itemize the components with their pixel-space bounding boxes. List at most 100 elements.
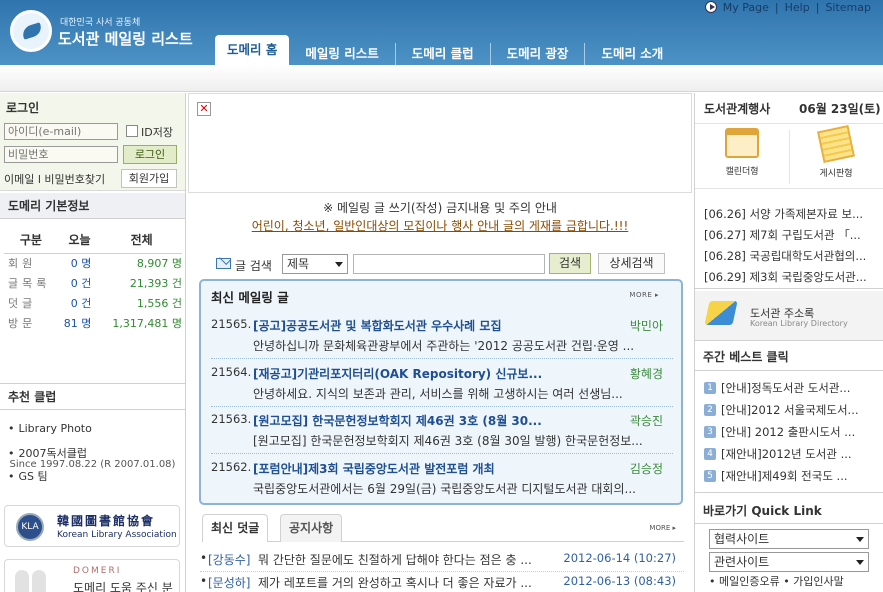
best-item-text: [재안내]2012년 도서관 ... <box>721 447 852 461</box>
event-item[interactable]: [06.28] 국공립대학도서관협의... <box>704 248 880 269</box>
recommended-club-panel: 추천 클럽 Library Photo 2007독서클럽 GS 팀 <box>0 385 185 497</box>
best-item[interactable]: 2 [안내]2012 서울국제도서... <box>704 402 880 424</box>
basic-info-title: 도메리 기본정보 <box>0 193 185 219</box>
stat-label: 회원 <box>8 257 37 271</box>
right-sidebar: 도서관계행사 06월 23일(토) 캘린더형 게시판형 [06.26] 서양 가… <box>695 93 883 592</box>
logo-icon[interactable] <box>10 10 52 52</box>
stat-total: 8,907 명 <box>136 257 182 271</box>
more-link[interactable]: MORE <box>649 524 676 532</box>
my-page-link[interactable]: My Page <box>723 1 769 14</box>
quick-link-title: 바로가기 Quick Link <box>703 504 822 518</box>
help-link[interactable]: Help <box>785 1 810 14</box>
best-item-text: [안내]정독도서관 도서관... <box>721 381 851 395</box>
tab-latest-comments[interactable]: 최신 덧글 <box>202 514 269 542</box>
post-excerpt[interactable]: [원고모집] 한국문헌정보학회지 제46권 3호 (8월 30일 발행) 한국문… <box>253 432 663 449</box>
comment-text[interactable]: 제가 레포트를 거의 완성하고 혹시나 더 좋은 자료가 ... <box>258 574 558 591</box>
logo-title[interactable]: 도서관 메일링 리스트 <box>58 28 193 49</box>
tab-about[interactable]: 도메리 소개 <box>584 43 679 65</box>
club-item[interactable]: GS 팀 <box>8 468 92 491</box>
divider <box>211 406 673 407</box>
event-item[interactable]: [06.27] 제7회 구립도서관 「... <box>704 227 880 248</box>
post-excerpt[interactable]: 국립중앙도서관에서는 6월 29일(금) 국립중앙도서관 디지털도서관 대회의.… <box>253 480 663 497</box>
login-box: 로그인 ID저장 로그인 이메일 l 비밀번호찾기 회원가입 <box>0 93 185 191</box>
kla-name-en: Korean Library Association <box>57 530 177 540</box>
post-author[interactable]: 박민아 <box>630 317 663 334</box>
rank-badge: 5 <box>704 470 716 482</box>
club-item[interactable]: 2007독서클럽 <box>8 445 92 468</box>
post-excerpt[interactable]: 안녕하십니까 문화체육관광부에서 주관하는 '2012 공공도서관 건립·운영 … <box>253 337 663 354</box>
more-link[interactable]: MORE <box>629 291 659 299</box>
sitemap-link[interactable]: Sitemap <box>825 1 871 14</box>
lower-tab-bar: 최신 덧글 공지사항 MORE <box>202 514 684 542</box>
notice-line[interactable]: ※ 메일링 글 쓰기(작성) 금지내용 및 주의 안내 <box>186 199 694 216</box>
best-item[interactable]: 5 [재안내]제49회 전국도 ... <box>704 468 880 490</box>
event-item[interactable]: [06.29] 제3회 국립중앙도서관... <box>704 269 880 290</box>
library-directory-banner[interactable]: 도서관 주소록 Korean Library Directory <box>695 291 883 341</box>
tab-mailing-list[interactable]: 메일링 리스트 <box>289 43 394 65</box>
search-label: 글 검색 <box>235 259 272 273</box>
club-item[interactable]: Library Photo <box>8 422 92 445</box>
domeri-supporters-banner[interactable]: DOMERI 도메리 도움 주신 분 <box>4 559 180 592</box>
tab-club[interactable]: 도메리 클럽 <box>394 43 490 65</box>
save-id-checkbox[interactable] <box>126 125 138 137</box>
calendar-view-button[interactable]: 캘린더형 <box>717 128 767 177</box>
library-events-panel: 도서관계행사 06월 23일(토) 캘린더형 게시판형 [06.26] 서양 가… <box>695 93 883 289</box>
post-author[interactable]: 황혜경 <box>630 365 663 382</box>
tab-plaza[interactable]: 도메리 광장 <box>489 43 585 65</box>
partner-sites-select[interactable]: 협력사이트 <box>709 529 869 549</box>
best-item[interactable]: 1 [안내]정독도서관 도서관... <box>704 380 880 402</box>
comment-list: [강동수] 뭐 간단한 질문에도 친절하게 답해야 한다는 점은 충 ... 2… <box>200 549 684 592</box>
find-account-link[interactable]: 이메일 l 비밀번호찾기 <box>4 171 105 187</box>
list-item[interactable]: [강동수] 뭐 간단한 질문에도 친절하게 답해야 한다는 점은 충 ... 2… <box>200 549 684 572</box>
utility-nav: My Page | Help | Sitemap <box>704 0 871 14</box>
post-subject-link[interactable]: [공고]공공도서관 및 복합화도서관 우수사례 모집 <box>253 317 501 334</box>
post-number: 21562. <box>211 460 252 474</box>
id-input[interactable] <box>4 123 118 140</box>
list-item[interactable]: [문성하] 제가 레포트를 거의 완성하고 혹시나 더 좋은 자료가 ... 2… <box>200 572 684 592</box>
best-item[interactable]: 4 [재안내]2012년 도서관 ... <box>704 446 880 468</box>
domeri-label: DOMERI <box>73 566 122 576</box>
latest-posts-panel: 최신 메일링 글 MORE 21565. [공고]공공도서관 및 복합화도서관 … <box>199 279 683 505</box>
stat-today: 0 건 <box>70 297 92 310</box>
tab-notices[interactable]: 공지사항 <box>280 514 343 542</box>
join-button[interactable]: 회원가입 <box>121 169 177 188</box>
table-row: 방문 81 명 1,317,481 명 <box>4 313 182 333</box>
best-item[interactable]: 3 [안내] 2012 출판시도서 ... <box>704 424 880 446</box>
left-sidebar: 로그인 ID저장 로그인 이메일 l 비밀번호찾기 회원가입 도메리 기본정보 … <box>0 93 185 592</box>
search-input[interactable] <box>353 254 545 274</box>
tab-home[interactable]: 도메리 홈 <box>215 35 290 65</box>
kla-banner[interactable]: KLA 韓國圖書館協會 Korean Library Association <box>4 505 180 547</box>
weekly-best-panel: 주간 베스트 클릭 1 [안내]정독도서관 도서관... 2 [안내]2012 서울… <box>695 342 883 490</box>
best-item-text: [안내]2012 서울국제도서... <box>721 403 859 417</box>
auth-help-links[interactable]: • 메일인증오류 • 가입인사말 <box>709 573 844 589</box>
password-input[interactable] <box>4 146 118 163</box>
post-author[interactable]: 김승정 <box>630 460 663 477</box>
notice-warning-link[interactable]: 어린이, 청소년, 일반인대상의 모집이나 행사 안내 글의 게재를 금합니다.… <box>186 217 694 234</box>
stat-today: 81 명 <box>63 317 92 330</box>
related-sites-value: 관련사이트 <box>714 555 770 569</box>
post-excerpt[interactable]: 안녕하세요. 지식의 보존과 관리, 서비스를 위해 고생하시는 여러 선생님.… <box>253 385 663 402</box>
post-subject-link[interactable]: [재공고]기관리포지터리(OAK Repository) 신규보... <box>253 365 542 382</box>
divider <box>0 409 185 410</box>
quick-link-panel: 바로가기 Quick Link 협력사이트 관련사이트 • 메일인증오류 • 가… <box>695 492 883 592</box>
advanced-search-button[interactable]: 상세검색 <box>598 253 665 274</box>
post-subject-link[interactable]: [원고모집] 한국문헌정보학회지 제46권 3호 (8월 30... <box>253 412 542 429</box>
post-author[interactable]: 곽승진 <box>630 412 663 429</box>
chevron-down-icon <box>335 262 343 267</box>
divider: | <box>815 0 820 14</box>
divider: | <box>774 0 779 14</box>
post-number: 21563. <box>211 412 252 426</box>
search-button[interactable]: 검색 <box>549 253 591 274</box>
comment-text[interactable]: 뭐 간단한 질문에도 친절하게 답해야 한다는 점은 충 ... <box>258 551 558 568</box>
divider <box>211 358 673 359</box>
login-button[interactable]: 로그인 <box>123 145 177 164</box>
search-field-select[interactable]: 제목 <box>282 254 348 274</box>
table-row: 회원 0 명 8,907 명 <box>4 253 182 273</box>
post-subject-link[interactable]: [포럼안내]제3회 국립중앙도서관 발전포럼 개최 <box>253 460 495 477</box>
comment-author: [문성하] <box>208 576 251 590</box>
table-row: 글목록 0 건 21,393 건 <box>4 273 182 293</box>
board-view-button[interactable]: 게시판형 <box>811 125 861 179</box>
related-sites-select[interactable]: 관련사이트 <box>709 552 869 572</box>
event-item[interactable]: [06.26] 서양 가족제본자료 보... <box>704 206 880 227</box>
rank-badge: 1 <box>704 382 716 394</box>
